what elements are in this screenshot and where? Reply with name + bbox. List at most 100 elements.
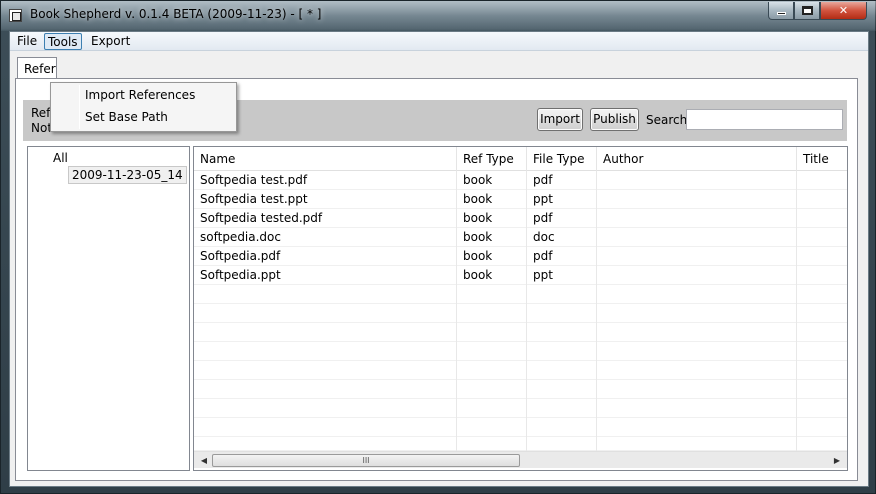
window-title: Book Shepherd v. 0.1.4 BETA (2009-11-23)… bbox=[30, 7, 322, 21]
cell-empty bbox=[797, 304, 847, 323]
cell-empty bbox=[527, 304, 597, 323]
cell-author bbox=[597, 171, 797, 190]
cell-empty bbox=[527, 418, 597, 437]
cell-empty bbox=[194, 437, 457, 451]
column-header-name[interactable]: Name bbox=[194, 147, 457, 171]
cell-empty bbox=[527, 361, 597, 380]
cell-empty bbox=[194, 361, 457, 380]
cell-empty bbox=[194, 285, 457, 304]
table-row[interactable]: softpedia.doc book doc bbox=[194, 228, 847, 247]
menu-export[interactable]: Export bbox=[88, 33, 133, 50]
table-row[interactable]: Softpedia test.pdf book pdf bbox=[194, 171, 847, 190]
collection-tree[interactable]: All 2009-11-23-05_14 bbox=[27, 146, 190, 471]
search-input[interactable] bbox=[686, 109, 843, 130]
cell-empty bbox=[457, 380, 527, 399]
cell-title bbox=[797, 171, 847, 190]
cell-title bbox=[797, 228, 847, 247]
import-button[interactable]: Import bbox=[537, 108, 583, 131]
table-row[interactable]: Softpedia.ppt book ppt bbox=[194, 266, 847, 285]
minimize-button[interactable] bbox=[768, 2, 794, 20]
search-label: Search bbox=[646, 113, 688, 127]
table-row[interactable]: Softpedia tested.pdf book pdf bbox=[194, 209, 847, 228]
cell-empty bbox=[527, 399, 597, 418]
cell-empty bbox=[597, 418, 797, 437]
menu-item-set-base-path[interactable]: Set Base Path bbox=[85, 108, 168, 126]
cell-empty bbox=[457, 418, 527, 437]
cell-ref-type: book bbox=[457, 209, 527, 228]
table-row-empty bbox=[194, 342, 847, 361]
tree-item-import-batch[interactable]: 2009-11-23-05_14 bbox=[68, 166, 187, 184]
cell-author bbox=[597, 228, 797, 247]
cell-empty bbox=[797, 418, 847, 437]
cell-author bbox=[597, 266, 797, 285]
scroll-left-icon[interactable]: ◀ bbox=[197, 454, 211, 467]
menu-tools[interactable]: Tools bbox=[44, 33, 82, 50]
cell-empty bbox=[597, 304, 797, 323]
tree-item-all[interactable]: All bbox=[53, 151, 68, 165]
cell-author bbox=[597, 247, 797, 266]
menu-file[interactable]: File bbox=[14, 33, 40, 50]
cell-ref-type: book bbox=[457, 171, 527, 190]
cell-ref-type: book bbox=[457, 190, 527, 209]
tools-menu-dropdown: Import References Set Base Path bbox=[50, 82, 237, 132]
cell-empty bbox=[797, 323, 847, 342]
cell-empty bbox=[457, 304, 527, 323]
cell-empty bbox=[457, 285, 527, 304]
cell-empty bbox=[194, 380, 457, 399]
cell-empty bbox=[457, 361, 527, 380]
table-row-empty bbox=[194, 323, 847, 342]
publish-button[interactable]: Publish bbox=[590, 108, 639, 131]
menubar: File Tools Export bbox=[10, 32, 868, 51]
maximize-icon bbox=[801, 6, 813, 15]
table-row[interactable]: Softpedia.pdf book pdf bbox=[194, 247, 847, 266]
cell-empty bbox=[527, 323, 597, 342]
column-header-title[interactable]: Title bbox=[797, 147, 847, 171]
close-button[interactable]: ✕ bbox=[820, 2, 867, 20]
cell-empty bbox=[457, 399, 527, 418]
cell-file-type: doc bbox=[527, 228, 597, 247]
cell-empty bbox=[457, 342, 527, 361]
cell-empty bbox=[597, 361, 797, 380]
column-header-author[interactable]: Author bbox=[597, 147, 797, 171]
table-row-empty bbox=[194, 285, 847, 304]
table-row-empty bbox=[194, 437, 847, 451]
cell-file-type: pdf bbox=[527, 171, 597, 190]
cell-empty bbox=[797, 380, 847, 399]
close-icon: ✕ bbox=[838, 4, 849, 17]
menu-item-import-references[interactable]: Import References bbox=[85, 86, 195, 104]
cell-empty bbox=[527, 285, 597, 304]
table-row[interactable]: Softpedia test.ppt book ppt bbox=[194, 190, 847, 209]
table-row-empty bbox=[194, 399, 847, 418]
app-icon[interactable] bbox=[9, 9, 22, 22]
client-area: File Tools Export References References:… bbox=[9, 31, 869, 487]
scroll-right-icon[interactable]: ▶ bbox=[830, 454, 844, 467]
cell-file-type: ppt bbox=[527, 190, 597, 209]
cell-name: Softpedia test.ppt bbox=[194, 190, 457, 209]
cell-empty bbox=[527, 380, 597, 399]
cell-file-type: pdf bbox=[527, 247, 597, 266]
cell-empty bbox=[597, 437, 797, 451]
scrollbar-thumb[interactable]: III bbox=[212, 454, 520, 467]
cell-empty bbox=[194, 399, 457, 418]
references-table: Name Ref Type File Type Author Title Sof… bbox=[193, 146, 848, 471]
cell-empty bbox=[457, 323, 527, 342]
tab-references[interactable]: References bbox=[17, 57, 57, 79]
cell-empty bbox=[597, 342, 797, 361]
cell-title bbox=[797, 209, 847, 228]
cell-ref-type: book bbox=[457, 228, 527, 247]
cell-empty bbox=[597, 323, 797, 342]
maximize-button[interactable] bbox=[794, 2, 820, 20]
window-frame: Book Shepherd v. 0.1.4 BETA (2009-11-23)… bbox=[0, 0, 876, 494]
horizontal-scrollbar[interactable]: ◀ III ▶ bbox=[194, 451, 847, 468]
cell-empty bbox=[457, 437, 527, 451]
column-header-ref-type[interactable]: Ref Type bbox=[457, 147, 527, 171]
table-row-empty bbox=[194, 304, 847, 323]
cell-name: Softpedia tested.pdf bbox=[194, 209, 457, 228]
cell-empty bbox=[527, 342, 597, 361]
cell-name: Softpedia.ppt bbox=[194, 266, 457, 285]
cell-file-type: pdf bbox=[527, 209, 597, 228]
cell-ref-type: book bbox=[457, 247, 527, 266]
title-bar[interactable]: Book Shepherd v. 0.1.4 BETA (2009-11-23)… bbox=[1, 1, 876, 31]
column-header-file-type[interactable]: File Type bbox=[527, 147, 597, 171]
cell-empty bbox=[527, 437, 597, 451]
